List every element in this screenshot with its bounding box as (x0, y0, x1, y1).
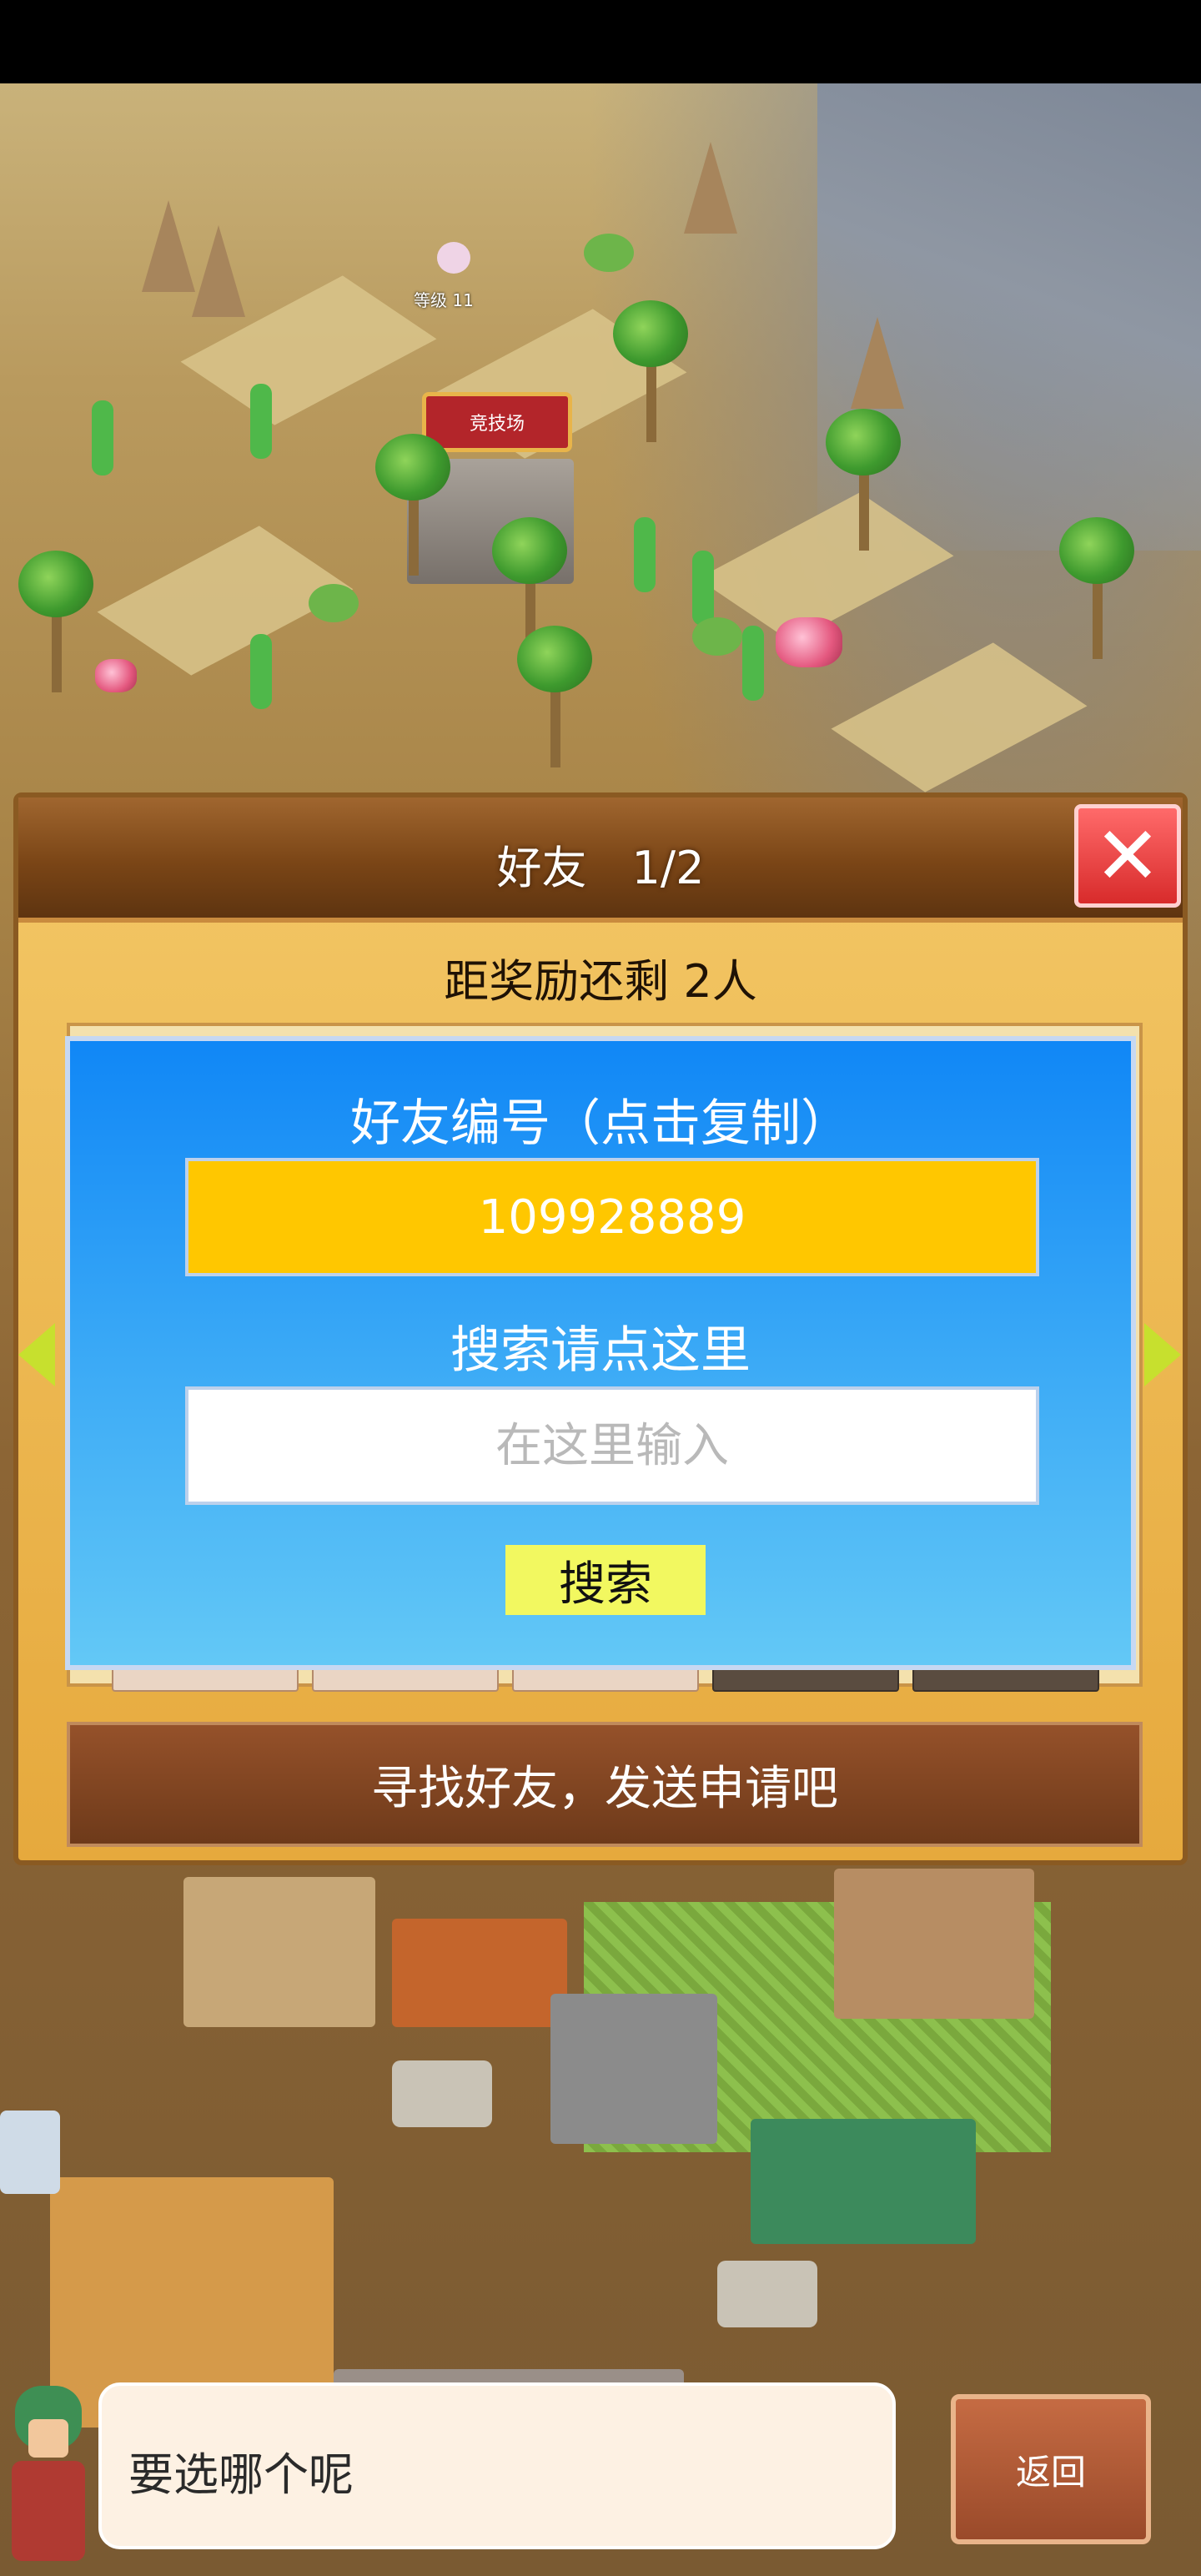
palm-tree (517, 626, 592, 767)
rock-spire (684, 142, 737, 234)
palm-tree (18, 551, 93, 692)
search-input[interactable] (185, 1386, 1039, 1505)
tent-building[interactable] (183, 1877, 375, 2027)
arrow-right-icon[interactable] (1144, 1323, 1181, 1386)
back-button[interactable]: 返回 (951, 2394, 1151, 2544)
bunny-icon[interactable] (437, 242, 470, 274)
cactus (250, 634, 272, 709)
palm-tree (1059, 517, 1134, 659)
panel-header: 好友 1/2 ✕ (18, 797, 1183, 923)
cactus (692, 551, 714, 626)
bush (309, 584, 359, 622)
fountain[interactable] (392, 2060, 492, 2127)
bush (692, 617, 742, 656)
rock-spire (192, 225, 245, 317)
friend-id-copy-button[interactable]: 109928889 (185, 1158, 1039, 1276)
reward-progress-text: 距奖励还剩 2人 (444, 955, 757, 1008)
notification-icon[interactable] (0, 2111, 60, 2194)
speech-text: 要选哪个呢 (128, 2448, 354, 2501)
cactus (92, 400, 113, 475)
green-building[interactable] (751, 2119, 976, 2244)
storage-building[interactable] (392, 1919, 567, 2027)
level-label: 等级 11 (414, 290, 474, 310)
close-icon: ✕ (1093, 809, 1162, 903)
fountain[interactable] (717, 2261, 817, 2327)
palm-tree (826, 409, 901, 551)
cactus (250, 384, 272, 459)
close-button[interactable]: ✕ (1074, 804, 1181, 908)
search-title: 搜索请点这里 (450, 1321, 751, 1380)
character-avatar (0, 2386, 92, 2569)
palm-tree (613, 300, 688, 442)
crystal-resource[interactable] (776, 617, 842, 667)
panel-title: 好友 1/2 (496, 842, 705, 894)
workshop-building[interactable] (834, 1869, 1034, 2019)
find-friends-button[interactable]: 寻找好友，发送申请吧 (67, 1722, 1143, 1847)
cactus (634, 517, 656, 592)
speech-bubble: 要选哪个呢 (98, 2382, 896, 2549)
sand-tile (831, 642, 1088, 792)
friend-id-title: 好友编号（点击复制） (350, 1094, 851, 1153)
crystal-resource[interactable] (95, 659, 137, 692)
cactus (742, 626, 764, 701)
bush (584, 234, 634, 272)
rock-spire (142, 200, 195, 292)
status-bar (0, 0, 1201, 83)
crystal-building[interactable] (550, 1994, 717, 2144)
friend-id-dialog: 好友编号（点击复制） 109928889 搜索请点这里 搜索 (65, 1036, 1136, 1670)
search-button[interactable]: 搜索 (505, 1545, 706, 1615)
rock-spire (851, 317, 904, 409)
arrow-left-icon[interactable] (18, 1323, 55, 1386)
palm-tree (375, 434, 450, 576)
